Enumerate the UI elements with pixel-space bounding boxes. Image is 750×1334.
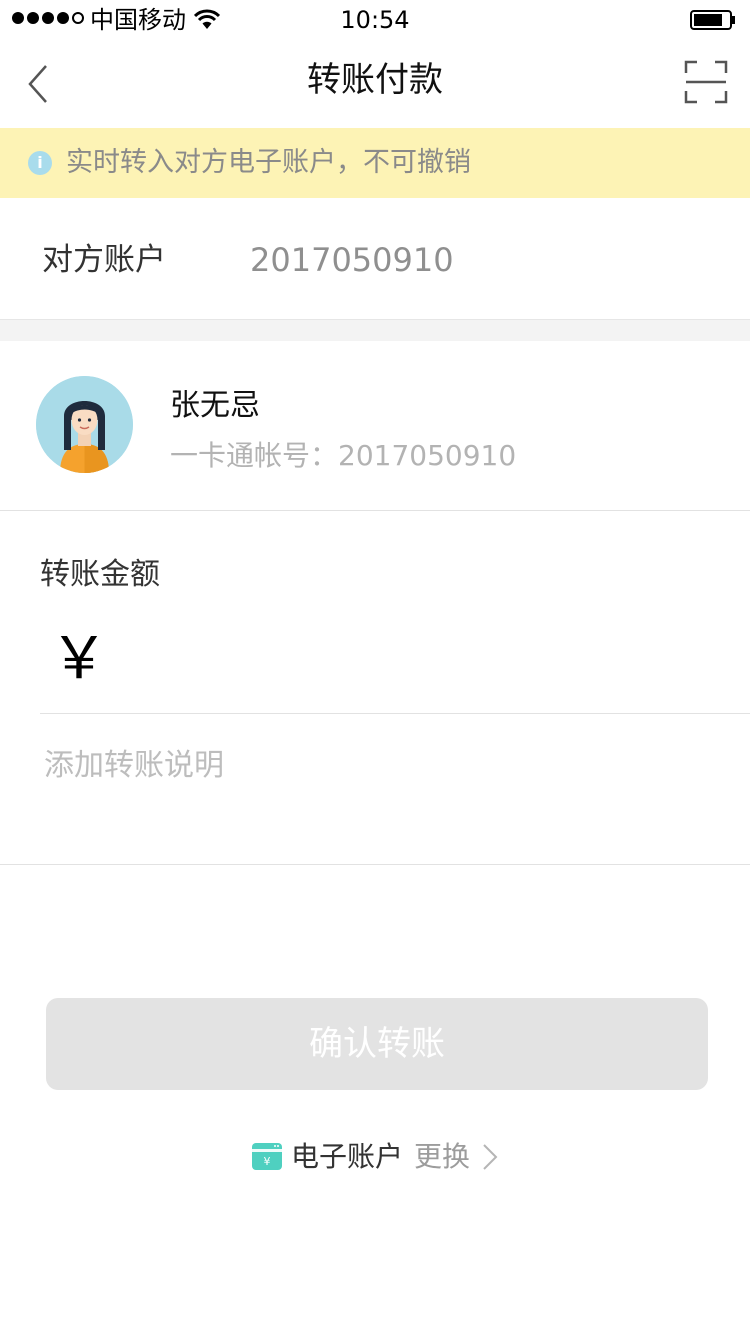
page-title: 转账付款 (307, 60, 443, 100)
info-icon: i (28, 151, 52, 175)
notice-banner: i 实时转入对方电子账户，不可撤销 (0, 128, 750, 198)
payment-method-name: 电子账户 (291, 1140, 404, 1173)
notice-text: 实时转入对方电子账户，不可撤销 (66, 147, 471, 178)
account-label: 对方账户 (42, 242, 166, 278)
change-payment-link[interactable]: 更换 (414, 1137, 470, 1177)
battery-icon (690, 10, 735, 30)
clock: 10:54 (340, 6, 410, 34)
divider (0, 510, 750, 511)
divider (40, 713, 750, 714)
currency-symbol: ￥ (50, 624, 109, 692)
wallet-icon: ¥ (252, 1143, 282, 1170)
chevron-right-icon[interactable] (480, 1142, 500, 1172)
payee-name: 张无忌 (170, 388, 260, 423)
divider (0, 864, 750, 865)
account-number: 2017050910 (250, 241, 454, 279)
amount-label: 转账金额 (40, 557, 160, 592)
scan-icon[interactable] (684, 60, 728, 104)
avatar (36, 376, 133, 473)
status-bar: 中国移动 10:54 (0, 0, 750, 40)
amount-input[interactable] (110, 630, 710, 694)
memo-input[interactable] (44, 740, 694, 790)
payee-card-number: 一卡通帐号：2017050910 (170, 439, 517, 472)
confirm-transfer-button[interactable]: 确认转账 (46, 998, 708, 1090)
section-divider (0, 319, 750, 341)
svg-text:¥: ¥ (264, 1155, 271, 1168)
